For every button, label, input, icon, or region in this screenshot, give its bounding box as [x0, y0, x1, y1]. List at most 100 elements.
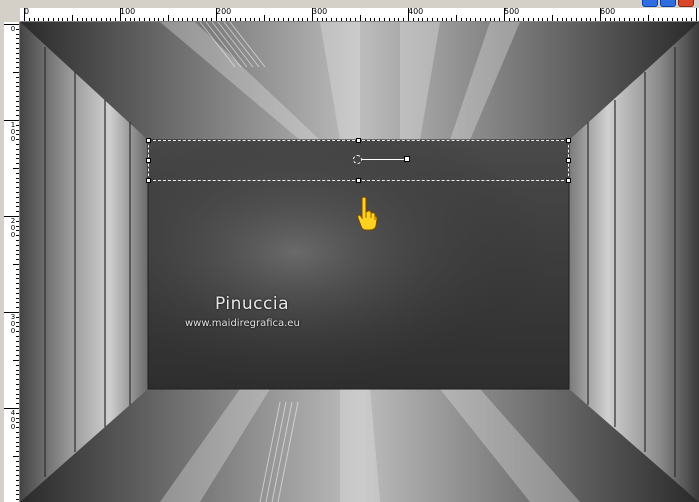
ruler-tick: [216, 8, 217, 21]
ruler-tick: [16, 340, 19, 342]
ruler-tick: [619, 18, 621, 21]
ruler-tick: [16, 451, 19, 453]
ruler-tick: [16, 172, 19, 174]
selection-handle-top-right[interactable]: [566, 138, 571, 143]
minimize-button[interactable]: [642, 0, 658, 7]
ruler-tick: [16, 475, 19, 477]
ruler-tick: [16, 182, 19, 184]
ruler-tick: [177, 18, 179, 21]
ruler-tick: [158, 18, 160, 21]
ruler-corner: [4, 8, 20, 22]
ruler-tick: [16, 33, 19, 35]
ruler-tick: [129, 18, 131, 21]
ruler-tick: [316, 18, 318, 21]
ruler-tick: [403, 18, 405, 21]
ruler-tick: [13, 264, 19, 265]
ruler-tick: [16, 432, 19, 433]
ruler-tick: [16, 62, 19, 64]
ruler-tick: [16, 235, 19, 237]
ruler-tick: [624, 18, 625, 21]
ruler-tick: [16, 225, 19, 227]
room-background: [20, 22, 699, 502]
ruler-tick: [16, 144, 19, 145]
close-button[interactable]: [678, 0, 694, 7]
rotation-pivot-icon[interactable]: [353, 155, 362, 164]
ruler-tick: [16, 163, 19, 165]
ruler-tick: [16, 427, 19, 429]
ruler-tick: [254, 18, 256, 21]
ruler-tick: [379, 18, 381, 21]
selection-handle-left-middle[interactable]: [146, 158, 151, 163]
selection-handle-top-left[interactable]: [146, 138, 151, 143]
ruler-tick: [552, 15, 553, 21]
rotation-handle[interactable]: [404, 156, 410, 162]
ruler-tick: [398, 18, 400, 21]
ruler-tick: [374, 18, 376, 21]
ruler-tick: [648, 15, 649, 21]
ruler-tick: [16, 196, 19, 198]
vertical-ruler[interactable]: 0 100 200 300 400: [4, 22, 20, 502]
ruler-tick: [230, 18, 232, 21]
image-canvas[interactable]: Pinuccia www.maidiregrafica.eu: [20, 22, 699, 502]
ruler-tick: [302, 18, 304, 21]
ruler-tick: [446, 18, 448, 21]
ruler-tick: [16, 148, 19, 150]
ruler-tick: [16, 38, 19, 40]
ruler-tick: [16, 489, 19, 491]
ruler-tick: [16, 398, 19, 400]
horizontal-ruler[interactable]: 0 100 200 300 400 500 600: [20, 8, 699, 22]
ruler-label: 100: [120, 8, 136, 16]
ruler-tick: [499, 18, 501, 21]
ruler-tick: [62, 18, 64, 21]
ruler-tick: [16, 48, 19, 49]
ruler-tick: [16, 379, 19, 381]
ruler-tick: [436, 18, 438, 21]
ruler-tick: [360, 15, 361, 21]
ruler-tick: [16, 292, 19, 294]
ruler-tick: [638, 18, 640, 21]
ruler-tick: [16, 28, 19, 30]
rotation-handle-line: [362, 159, 405, 160]
ruler-tick: [4, 312, 19, 313]
ruler-tick: [16, 268, 19, 270]
ruler-tick: [16, 278, 19, 280]
ruler-tick: [16, 110, 19, 112]
selection-handle-bottom-left[interactable]: [146, 178, 151, 183]
ruler-tick: [460, 18, 462, 21]
selection-handle-right-middle[interactable]: [566, 158, 571, 163]
ruler-tick: [16, 211, 19, 213]
ruler-tick: [16, 57, 19, 59]
ruler-tick: [432, 18, 433, 21]
ruler-tick: [542, 18, 544, 21]
ruler-tick: [369, 18, 371, 21]
ruler-tick: [211, 18, 213, 21]
ruler-tick: [4, 24, 19, 25]
ruler-tick: [86, 18, 88, 21]
ruler-tick: [484, 18, 486, 21]
ruler-tick: [16, 105, 19, 107]
ruler-tick: [16, 91, 19, 93]
ruler-tick: [81, 18, 83, 21]
ruler-tick: [16, 273, 19, 275]
ruler-tick: [556, 18, 558, 21]
ruler-tick: [16, 67, 19, 69]
ruler-tick: [16, 81, 19, 83]
ruler-tick: [163, 18, 165, 21]
ruler-tick: [393, 18, 395, 21]
ruler-tick: [16, 254, 19, 256]
selection-handle-top-middle[interactable]: [356, 138, 361, 143]
ruler-tick: [91, 18, 93, 21]
ruler-tick: [182, 18, 184, 21]
maximize-button[interactable]: [660, 0, 676, 7]
ruler-tick: [16, 129, 19, 131]
ruler-tick: [297, 18, 299, 21]
ruler-tick: [571, 18, 573, 21]
ruler-tick: [470, 18, 472, 21]
ruler-tick: [13, 168, 19, 169]
ruler-tick: [16, 345, 19, 347]
selection-handle-bottom-middle[interactable]: [356, 178, 361, 183]
ruler-tick: [652, 18, 654, 21]
window-title-strip: [0, 0, 699, 8]
ruler-tick: [16, 369, 19, 371]
selection-handle-bottom-right[interactable]: [566, 178, 571, 183]
